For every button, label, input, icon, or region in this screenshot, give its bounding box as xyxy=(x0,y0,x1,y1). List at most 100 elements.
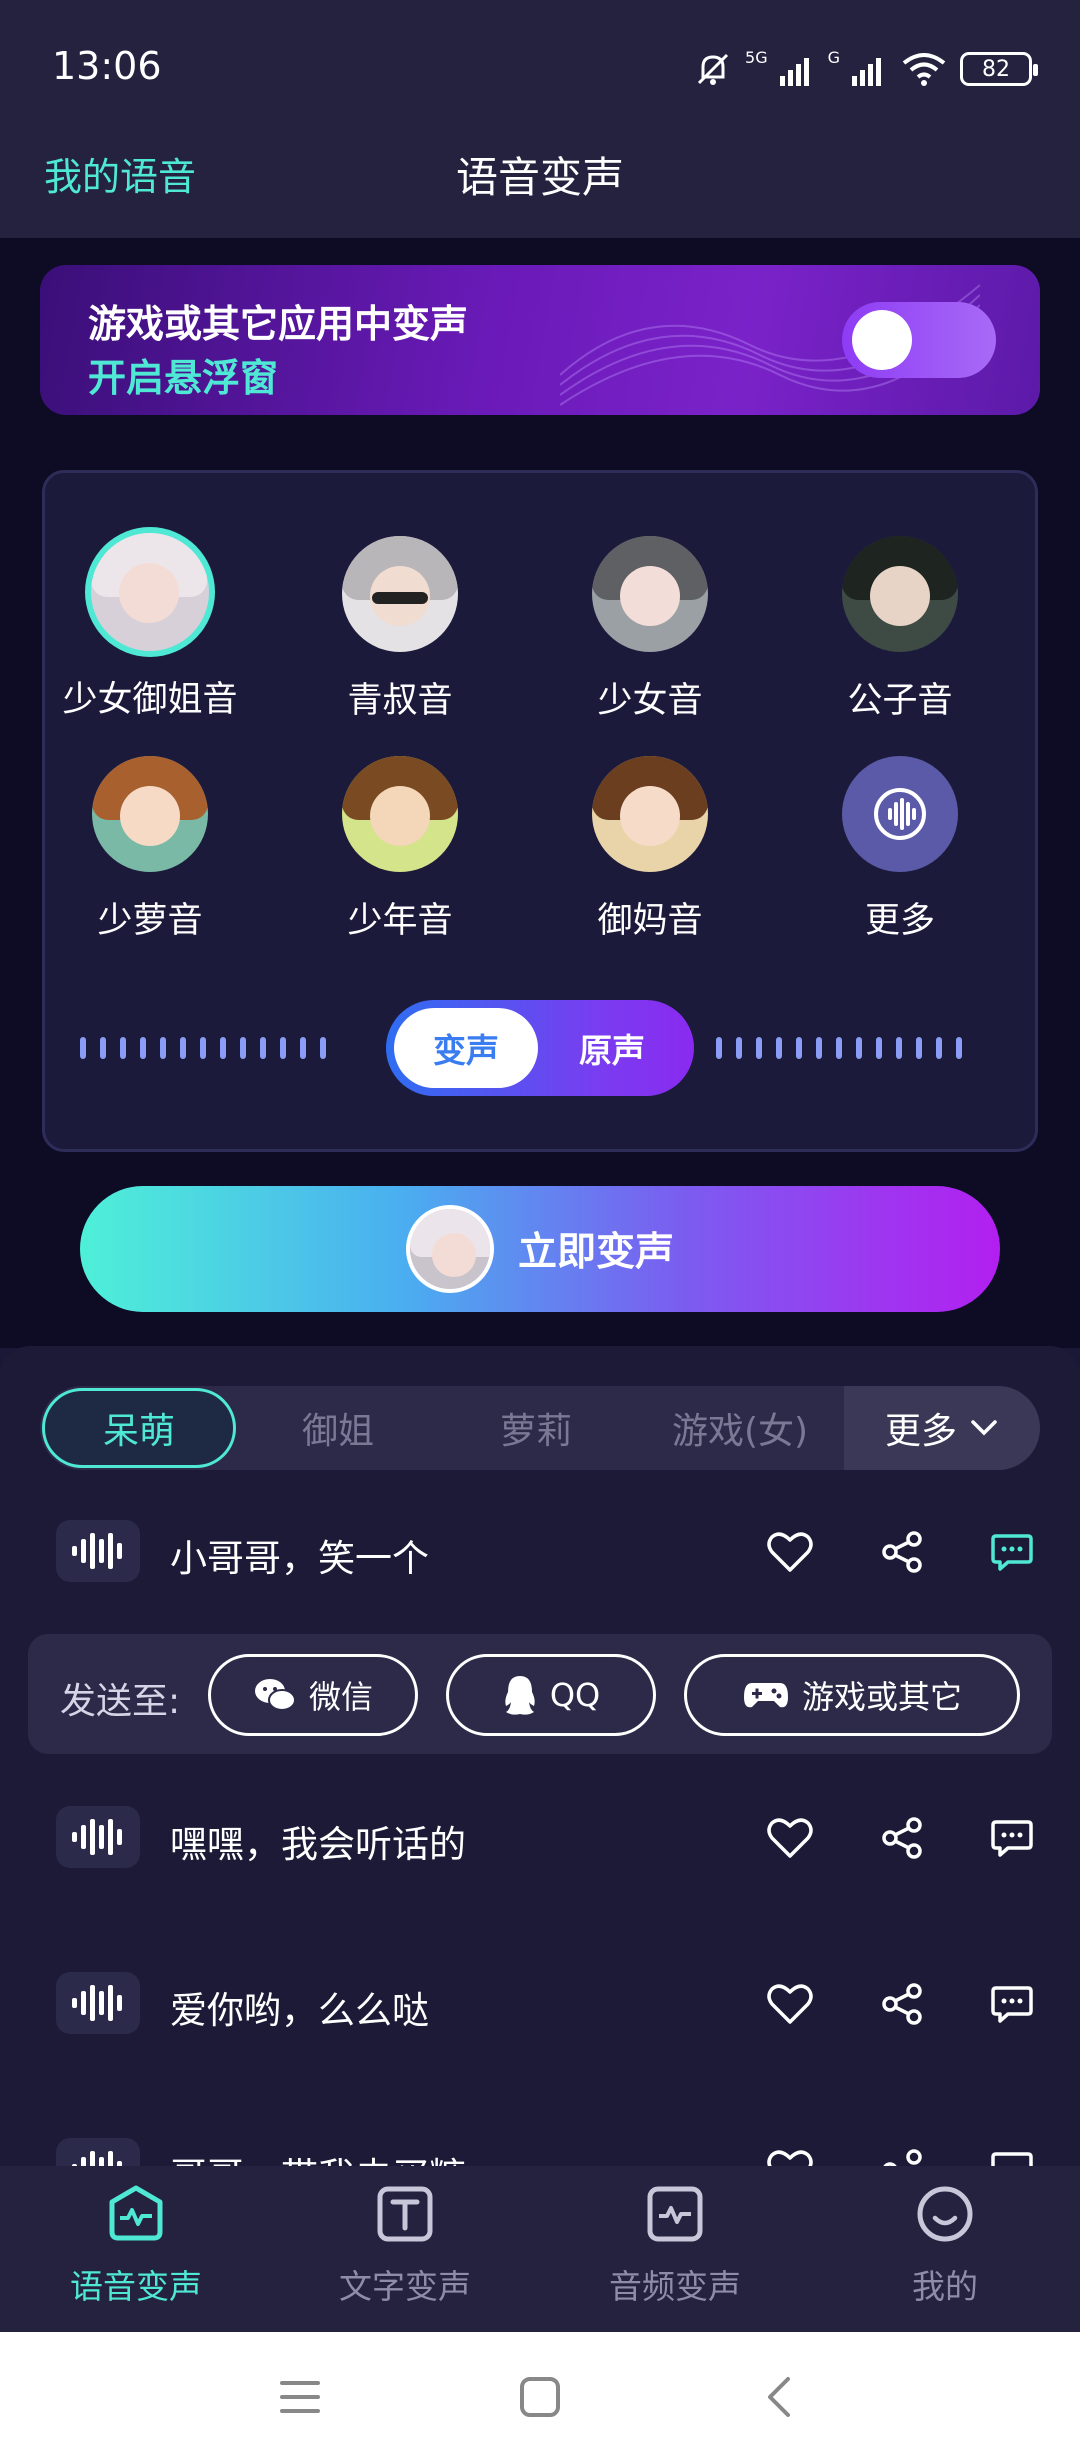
nav-voice-change[interactable]: 语音变声 xyxy=(36,2182,236,2308)
nav-label: 我的 xyxy=(912,2267,978,2306)
avatar xyxy=(842,536,958,652)
play-wave-icon[interactable] xyxy=(56,2138,140,2166)
phrase-text: 哥哥，带我去买糖 xyxy=(170,2146,466,2166)
chevron-down-icon xyxy=(971,1420,997,1436)
start-button-label: 立即变声 xyxy=(517,1230,674,1275)
status-time: 13:06 xyxy=(52,44,162,88)
game-label: 游戏或其它 xyxy=(801,1678,962,1716)
phrase-row[interactable]: 小哥哥，笑一个 xyxy=(0,1498,1080,1608)
nav-label: 语音变声 xyxy=(70,2267,202,2306)
phrase-row[interactable]: 爱你哟，么么哒 xyxy=(0,1950,1080,2060)
signal-icon xyxy=(779,58,809,86)
qq-label: QQ xyxy=(549,1676,601,1714)
system-navigation-bar xyxy=(0,2332,1080,2460)
avatar xyxy=(592,756,708,872)
heart-icon[interactable] xyxy=(762,1810,818,1866)
play-wave-icon[interactable] xyxy=(56,1972,140,2034)
phrase-row[interactable]: 嘿嘿，我会听话的 xyxy=(0,1784,1080,1894)
send-to-wechat-button[interactable]: 微信 xyxy=(208,1654,418,1736)
send-to-qq-button[interactable]: QQ xyxy=(446,1654,656,1736)
message-icon[interactable] xyxy=(984,2142,1040,2166)
page-title: 语音变声 xyxy=(455,153,624,202)
smile-face-icon xyxy=(913,2182,977,2246)
toggle-knob xyxy=(852,310,912,370)
menu-icon[interactable] xyxy=(265,2362,335,2432)
more-voices-icon xyxy=(842,756,958,872)
tab-more[interactable]: 更多 xyxy=(844,1386,1040,1470)
heart-icon[interactable] xyxy=(762,1524,818,1580)
share-icon[interactable] xyxy=(874,1524,930,1580)
banner-subtitle: 开启悬浮窗 xyxy=(88,356,279,400)
selected-voice-avatar xyxy=(405,1205,494,1293)
play-wave-icon[interactable] xyxy=(56,1520,140,1582)
avatar xyxy=(342,536,458,652)
signal-label-2: G xyxy=(827,47,840,67)
message-icon[interactable] xyxy=(984,1524,1040,1580)
nav-label: 音频变声 xyxy=(609,2267,741,2306)
avatar xyxy=(592,536,708,652)
audio-file-icon xyxy=(643,2182,707,2246)
float-window-toggle[interactable] xyxy=(842,302,996,378)
tab-royal-sister[interactable]: 御姐 xyxy=(240,1386,436,1470)
share-icon[interactable] xyxy=(874,1976,930,2032)
start-voice-change-button[interactable]: 立即变声 xyxy=(80,1186,1000,1312)
tab-more-label: 更多 xyxy=(884,1411,957,1452)
share-icon[interactable] xyxy=(874,1810,930,1866)
play-wave-icon[interactable] xyxy=(56,1806,140,1868)
voice-label: 御妈音 xyxy=(597,901,703,941)
mode-changed-option[interactable]: 变声 xyxy=(394,1008,538,1088)
voice-item-gentleman[interactable]: 公子音 xyxy=(775,536,1025,723)
phrase-text: 嘿嘿，我会听话的 xyxy=(170,1823,466,1866)
voice-item-mature-woman[interactable]: 御妈音 xyxy=(525,756,775,943)
voice-mode-switch[interactable]: 变声 原声 xyxy=(386,1000,694,1096)
voice-label: 少女音 xyxy=(597,681,703,721)
tab-cute[interactable]: 呆萌 xyxy=(42,1388,236,1468)
banner-title: 游戏或其它应用中变声 xyxy=(88,302,469,346)
nav-text-change[interactable]: 文字变声 xyxy=(305,2182,505,2308)
voice-item-boy[interactable]: 少年音 xyxy=(275,756,525,943)
voice-label: 公子音 xyxy=(847,681,953,721)
tab-game-female[interactable]: 游戏(女) xyxy=(636,1386,844,1470)
send-to-bar: 发送至: 微信 QQ 游戏或其它 xyxy=(28,1634,1052,1754)
avatar xyxy=(91,533,209,651)
wechat-label: 微信 xyxy=(308,1678,373,1716)
voice-item-royal-sister[interactable]: 少女御姐音 xyxy=(25,533,275,722)
send-to-game-button[interactable]: 游戏或其它 xyxy=(684,1654,1020,1736)
heart-icon[interactable] xyxy=(762,1976,818,2032)
signal-label-1: 5G xyxy=(745,47,768,67)
avatar xyxy=(92,756,208,872)
nav-audio-change[interactable]: 音频变声 xyxy=(575,2182,775,2308)
battery-indicator: 82 xyxy=(960,52,1038,86)
phrase-row[interactable]: 哥哥，带我去买糖 xyxy=(0,2116,1080,2166)
message-icon[interactable] xyxy=(984,1810,1040,1866)
voice-label: 少年音 xyxy=(347,901,453,941)
back-icon[interactable] xyxy=(745,2362,815,2432)
voice-item-loli[interactable]: 少萝音 xyxy=(25,756,275,943)
nav-mine[interactable]: 我的 xyxy=(845,2182,1045,2308)
voice-label: 少萝音 xyxy=(97,901,203,941)
category-tabs: 呆萌 御姐 萝莉 游戏(女) 更多 xyxy=(40,1386,1040,1470)
volume-dots-right xyxy=(716,1036,962,1060)
bottom-navigation: 语音变声 文字变声 音频变声 我的 xyxy=(0,2166,1080,2332)
voice-item-uncle[interactable]: 青叔音 xyxy=(275,536,525,723)
heart-icon[interactable] xyxy=(762,2142,818,2166)
tab-loli[interactable]: 萝莉 xyxy=(438,1386,634,1470)
home-icon[interactable] xyxy=(505,2362,575,2432)
qq-penguin-icon xyxy=(505,1676,535,1715)
text-icon xyxy=(373,2182,437,2246)
voice-wave-icon xyxy=(104,2182,168,2246)
phrase-text: 小哥哥，笑一个 xyxy=(170,1537,429,1580)
voice-item-girl[interactable]: 少女音 xyxy=(525,536,775,723)
mode-original-option[interactable]: 原声 xyxy=(540,1008,684,1088)
wifi-icon xyxy=(902,53,946,86)
voice-item-more[interactable]: 更多 xyxy=(775,756,1025,943)
send-to-label: 发送至: xyxy=(60,1681,181,1722)
share-icon[interactable] xyxy=(874,2142,930,2166)
phrase-text: 爱你哟，么么哒 xyxy=(170,1989,429,2032)
message-icon[interactable] xyxy=(984,1976,1040,2032)
volume-dots-left xyxy=(80,1036,326,1060)
mute-bell-icon xyxy=(697,53,729,85)
wechat-icon xyxy=(254,1679,296,1711)
voice-label: 更多 xyxy=(864,901,935,941)
voice-label: 少女御姐音 xyxy=(62,680,238,720)
